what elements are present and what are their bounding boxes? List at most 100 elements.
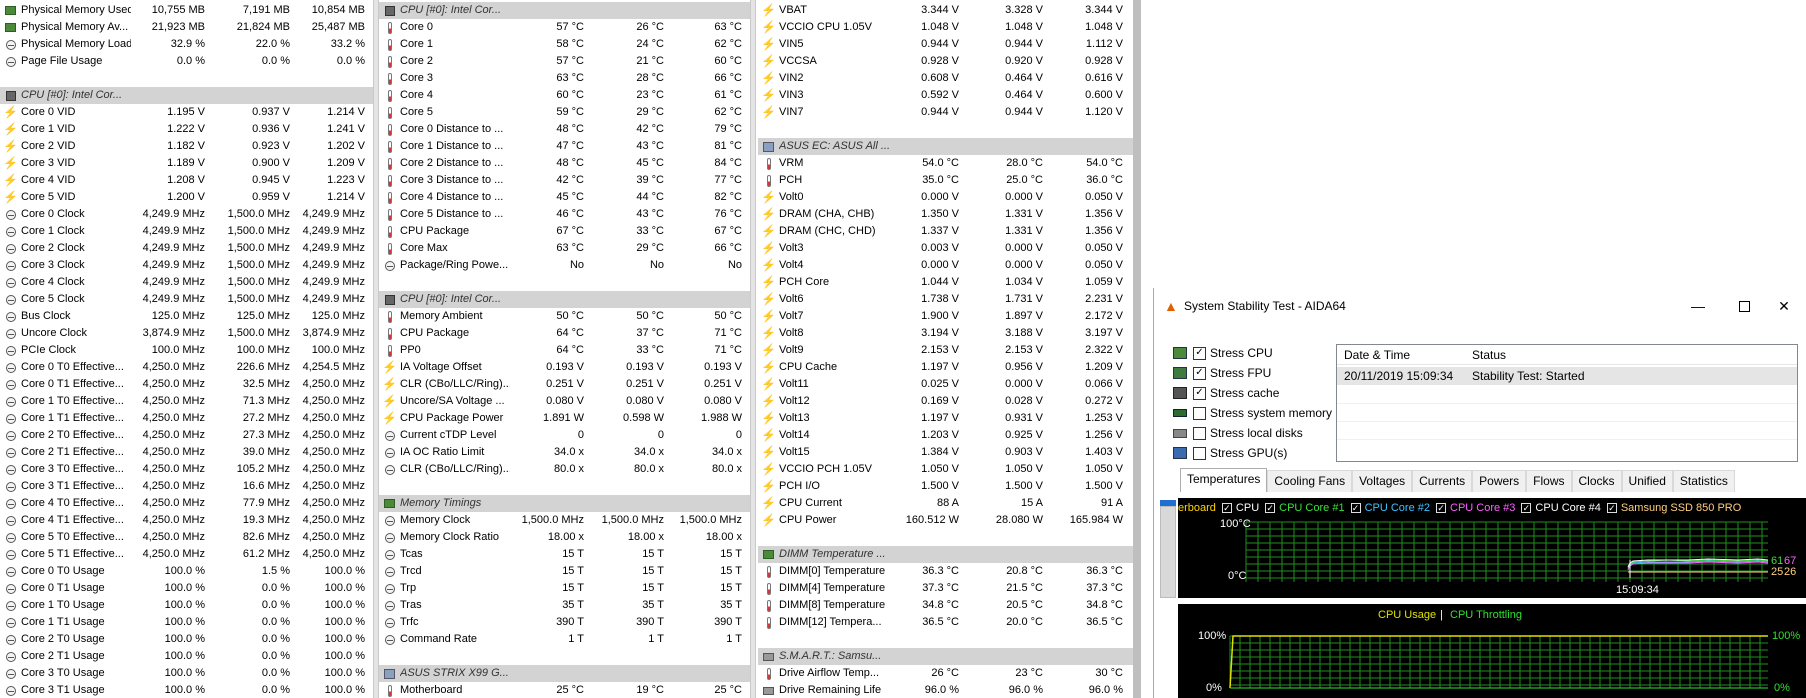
sensor-row[interactable]: Core 1 T1 Usage 100.0 % 0.0 % 100.0 % <box>0 614 373 631</box>
sensor-row[interactable]: Motherboard 25 °C 19 °C 25 °C <box>379 682 750 698</box>
sensor-row[interactable]: Uncore Clock 3,874.9 MHz 1,500.0 MHz 3,874.… <box>0 325 373 342</box>
sensor-row[interactable]: ⚡ Volt14 1.203 V 0.925 V 1.256 V <box>758 427 1133 444</box>
sensor-row[interactable]: Physical Memory Used 10,755 MB 7,191 MB 10,… <box>0 2 373 19</box>
stress-checkbox[interactable] <box>1193 406 1206 420</box>
group-header[interactable]: ASUS EC: ASUS All ... <box>758 138 1133 155</box>
sensor-row[interactable]: ⚡ CPU Cache 1.197 V 0.956 V 1.209 V <box>758 359 1133 376</box>
sensor-row[interactable]: ⚡ CPU Package Power 1.891 W 0.598 W 1.988 W <box>379 410 750 427</box>
sensor-row[interactable]: ⚡ Volt3 0.003 V 0.000 V 0.050 V <box>758 240 1133 257</box>
sensor-row[interactable]: ⚡ CLR (CBo/LLC/Ring)... 0.251 V 0.251 V 0.25… <box>379 376 750 393</box>
sensor-row[interactable]: Core 2 Distance to ... 48 °C 45 °C 84 °C <box>379 155 750 172</box>
sensor-row[interactable]: Core 1 T1 Effective... 4,250.0 MHz 27.2 MH… <box>0 410 373 427</box>
sensor-row[interactable]: Core 0 T1 Effective... 4,250.0 MHz 32.5 MH… <box>0 376 373 393</box>
sensor-row[interactable]: ⚡ PCH I/O 1.500 V 1.500 V 1.500 V <box>758 478 1133 495</box>
sensor-row[interactable]: Core 4 T0 Effective... 4,250.0 MHz 77.9 MH… <box>0 495 373 512</box>
sensor-row[interactable]: Core 3 Distance to ... 42 °C 39 °C 77 °C <box>379 172 750 189</box>
sensor-row[interactable]: ⚡ VCCSA 0.928 V 0.920 V 0.928 V <box>758 53 1133 70</box>
sensor-row[interactable]: ⚡ DRAM (CHA, CHB) 1.350 V 1.331 V 1.356 V <box>758 206 1133 223</box>
sensor-row[interactable]: Core Max 63 °C 29 °C 66 °C <box>379 240 750 257</box>
sensor-row[interactable]: DIMM[8] Temperature 34.8 °C 20.5 °C 34.8 °C <box>758 597 1133 614</box>
tab-powers[interactable]: Powers <box>1472 470 1527 492</box>
sensor-row[interactable]: ⚡ Volt9 2.153 V 2.153 V 2.322 V <box>758 342 1133 359</box>
sensor-row[interactable]: CLR (CBo/LLC/Ring)... 80.0 x 80.0 x 80.0 x <box>379 461 750 478</box>
tab-currents[interactable]: Currents <box>1412 470 1473 492</box>
sensor-row[interactable]: Core 0 T0 Usage 100.0 % 1.5 % 100.0 % <box>0 563 373 580</box>
sensor-row[interactable]: ⚡ Volt8 3.194 V 3.188 V 3.197 V <box>758 325 1133 342</box>
sensor-row[interactable]: DIMM[0] Temperature 36.3 °C 20.8 °C 36.3 °C <box>758 563 1133 580</box>
sensor-row[interactable]: PP0 64 °C 33 °C 71 °C <box>379 342 750 359</box>
spacer-row[interactable] <box>758 529 1133 546</box>
tab-statistics[interactable]: Statistics <box>1672 470 1735 492</box>
sensor-row[interactable]: Core 0 T1 Usage 100.0 % 0.0 % 100.0 % <box>0 580 373 597</box>
sensor-row[interactable]: Core 3 T0 Effective... 4,250.0 MHz 105.2 M… <box>0 461 373 478</box>
sensor-row[interactable]: ⚡ Core 5 VID 1.200 V 0.959 V 1.214 V <box>0 189 373 206</box>
sensor-row[interactable]: Core 5 Clock 4,249.9 MHz 1,500.0 MHz 4,249.… <box>0 291 373 308</box>
stress-option[interactable]: ✓ Stress cache <box>1172 384 1279 402</box>
sensor-row[interactable]: ⚡ Core 4 VID 1.208 V 0.945 V 1.223 V <box>0 172 373 189</box>
stress-option[interactable]: ✓ Stress CPU <box>1172 344 1273 362</box>
sensor-row[interactable]: Core 1 58 °C 24 °C 62 °C <box>379 36 750 53</box>
group-header[interactable]: S.M.A.R.T.: Samsu... <box>758 648 1133 665</box>
spacer-row[interactable] <box>758 121 1133 138</box>
sensor-row[interactable]: ⚡ IA Voltage Offset 0.193 V 0.193 V 0.193 V <box>379 359 750 376</box>
sensor-row[interactable]: Core 1 Clock 4,249.9 MHz 1,500.0 MHz 4,249.… <box>0 223 373 240</box>
sensor-row[interactable]: Core 2 T0 Effective... 4,250.0 MHz 27.3 MH… <box>0 427 373 444</box>
sensor-row[interactable]: ⚡ PCH Core 1.044 V 1.034 V 1.059 V <box>758 274 1133 291</box>
sensor-row[interactable]: Core 1 T0 Usage 100.0 % 0.0 % 100.0 % <box>0 597 373 614</box>
tab-unified[interactable]: Unified <box>1621 470 1673 492</box>
sensor-row[interactable]: Page File Usage 0.0 % 0.0 % 0.0 % <box>0 53 373 70</box>
sensor-row[interactable]: ⚡ Volt12 0.169 V 0.028 V 0.272 V <box>758 393 1133 410</box>
stress-option[interactable]: Stress system memory <box>1172 404 1332 422</box>
tab-temperatures[interactable]: Temperatures <box>1180 468 1268 492</box>
sensor-row[interactable]: ⚡ VIN2 0.608 V 0.464 V 0.616 V <box>758 70 1133 87</box>
group-header[interactable]: CPU [#0]: Intel Cor... <box>379 291 750 308</box>
group-header[interactable]: ASUS STRIX X99 G... <box>379 665 750 682</box>
tab-flows[interactable]: Flows <box>1526 470 1572 492</box>
sensor-row[interactable]: Bus Clock 125.0 MHz 125.0 MHz 125.0 MHz <box>0 308 373 325</box>
vertical-scrollbar[interactable] <box>1133 0 1141 698</box>
sensor-row[interactable]: Core 3 63 °C 28 °C 66 °C <box>379 70 750 87</box>
group-header[interactable]: CPU [#0]: Intel Cor... <box>0 87 373 104</box>
sensor-row[interactable]: ⚡ CPU Current 88 A 15 A 91 A <box>758 495 1133 512</box>
sensor-row[interactable]: ⚡ DRAM (CHC, CHD) 1.337 V 1.331 V 1.356 V <box>758 223 1133 240</box>
sensor-row[interactable]: Core 5 59 °C 29 °C 62 °C <box>379 104 750 121</box>
sensor-row[interactable]: ⚡ VCCIO PCH 1.05V 1.050 V 1.050 V 1.050 V <box>758 461 1133 478</box>
sensor-row[interactable]: Core 0 Clock 4,249.9 MHz 1,500.0 MHz 4,249.… <box>0 206 373 223</box>
sensor-row[interactable]: Core 2 57 °C 21 °C 60 °C <box>379 53 750 70</box>
stress-option[interactable]: Stress local disks <box>1172 424 1303 442</box>
sensor-row[interactable]: ⚡ Volt0 0.000 V 0.000 V 0.050 V <box>758 189 1133 206</box>
group-header[interactable]: DIMM Temperature ... <box>758 546 1133 563</box>
spacer-row[interactable] <box>379 478 750 495</box>
spacer-row[interactable] <box>379 274 750 291</box>
legend-scrollbar[interactable] <box>1160 506 1176 598</box>
sensor-row[interactable]: Core 2 T1 Effective... 4,250.0 MHz 39.0 MH… <box>0 444 373 461</box>
sensor-row[interactable]: Core 5 Distance to ... 46 °C 43 °C 76 °C <box>379 206 750 223</box>
sensor-row[interactable]: Core 0 57 °C 26 °C 63 °C <box>379 19 750 36</box>
sensor-row[interactable]: Physical Memory Av... 21,923 MB 21,824 MB 2… <box>0 19 373 36</box>
stress-checkbox[interactable]: ✓ <box>1193 386 1206 400</box>
sensor-row[interactable]: PCH 35.0 °C 25.0 °C 36.0 °C <box>758 172 1133 189</box>
sensor-row[interactable]: ⚡ Volt4 0.000 V 0.000 V 0.050 V <box>758 257 1133 274</box>
sensor-row[interactable]: ⚡ Uncore/SA Voltage ... 0.080 V 0.080 V 0.08… <box>379 393 750 410</box>
sensor-row[interactable]: Trfc 390 T 390 T 390 T <box>379 614 750 631</box>
sensor-row[interactable]: CPU Package 64 °C 37 °C 71 °C <box>379 325 750 342</box>
sensor-row[interactable]: DIMM[12] Tempera... 36.5 °C 20.0 °C 36.5 °C <box>758 614 1133 631</box>
sensor-row[interactable]: Memory Ambient 50 °C 50 °C 50 °C <box>379 308 750 325</box>
group-header[interactable]: CPU [#0]: Intel Cor... <box>379 2 750 19</box>
sensor-row[interactable]: Tras 35 T 35 T 35 T <box>379 597 750 614</box>
sensor-row[interactable]: ⚡ Volt7 1.900 V 1.897 V 2.172 V <box>758 308 1133 325</box>
sensor-row[interactable]: Core 0 Distance to ... 48 °C 42 °C 79 °C <box>379 121 750 138</box>
status-log-row[interactable]: 20/11/2019 15:09:34 Stability Test: Star… <box>1337 367 1797 385</box>
stress-checkbox[interactable] <box>1193 446 1206 460</box>
sensor-row[interactable]: Core 2 T0 Usage 100.0 % 0.0 % 100.0 % <box>0 631 373 648</box>
sensor-row[interactable]: Core 4 60 °C 23 °C 61 °C <box>379 87 750 104</box>
stress-checkbox[interactable]: ✓ <box>1193 346 1206 360</box>
sensor-row[interactable]: ⚡ Core 3 VID 1.189 V 0.900 V 1.209 V <box>0 155 373 172</box>
stress-checkbox[interactable]: ✓ <box>1193 366 1206 380</box>
sensor-row[interactable]: Core 3 Clock 4,249.9 MHz 1,500.0 MHz 4,249.… <box>0 257 373 274</box>
sensor-row[interactable]: Core 4 Clock 4,249.9 MHz 1,500.0 MHz 4,249.… <box>0 274 373 291</box>
sensor-row[interactable]: ⚡ Volt15 1.384 V 0.903 V 1.403 V <box>758 444 1133 461</box>
spacer-row[interactable] <box>758 631 1133 648</box>
sensor-row[interactable]: ⚡ Volt13 1.197 V 0.931 V 1.253 V <box>758 410 1133 427</box>
minimize-button[interactable]: — <box>1675 288 1721 324</box>
